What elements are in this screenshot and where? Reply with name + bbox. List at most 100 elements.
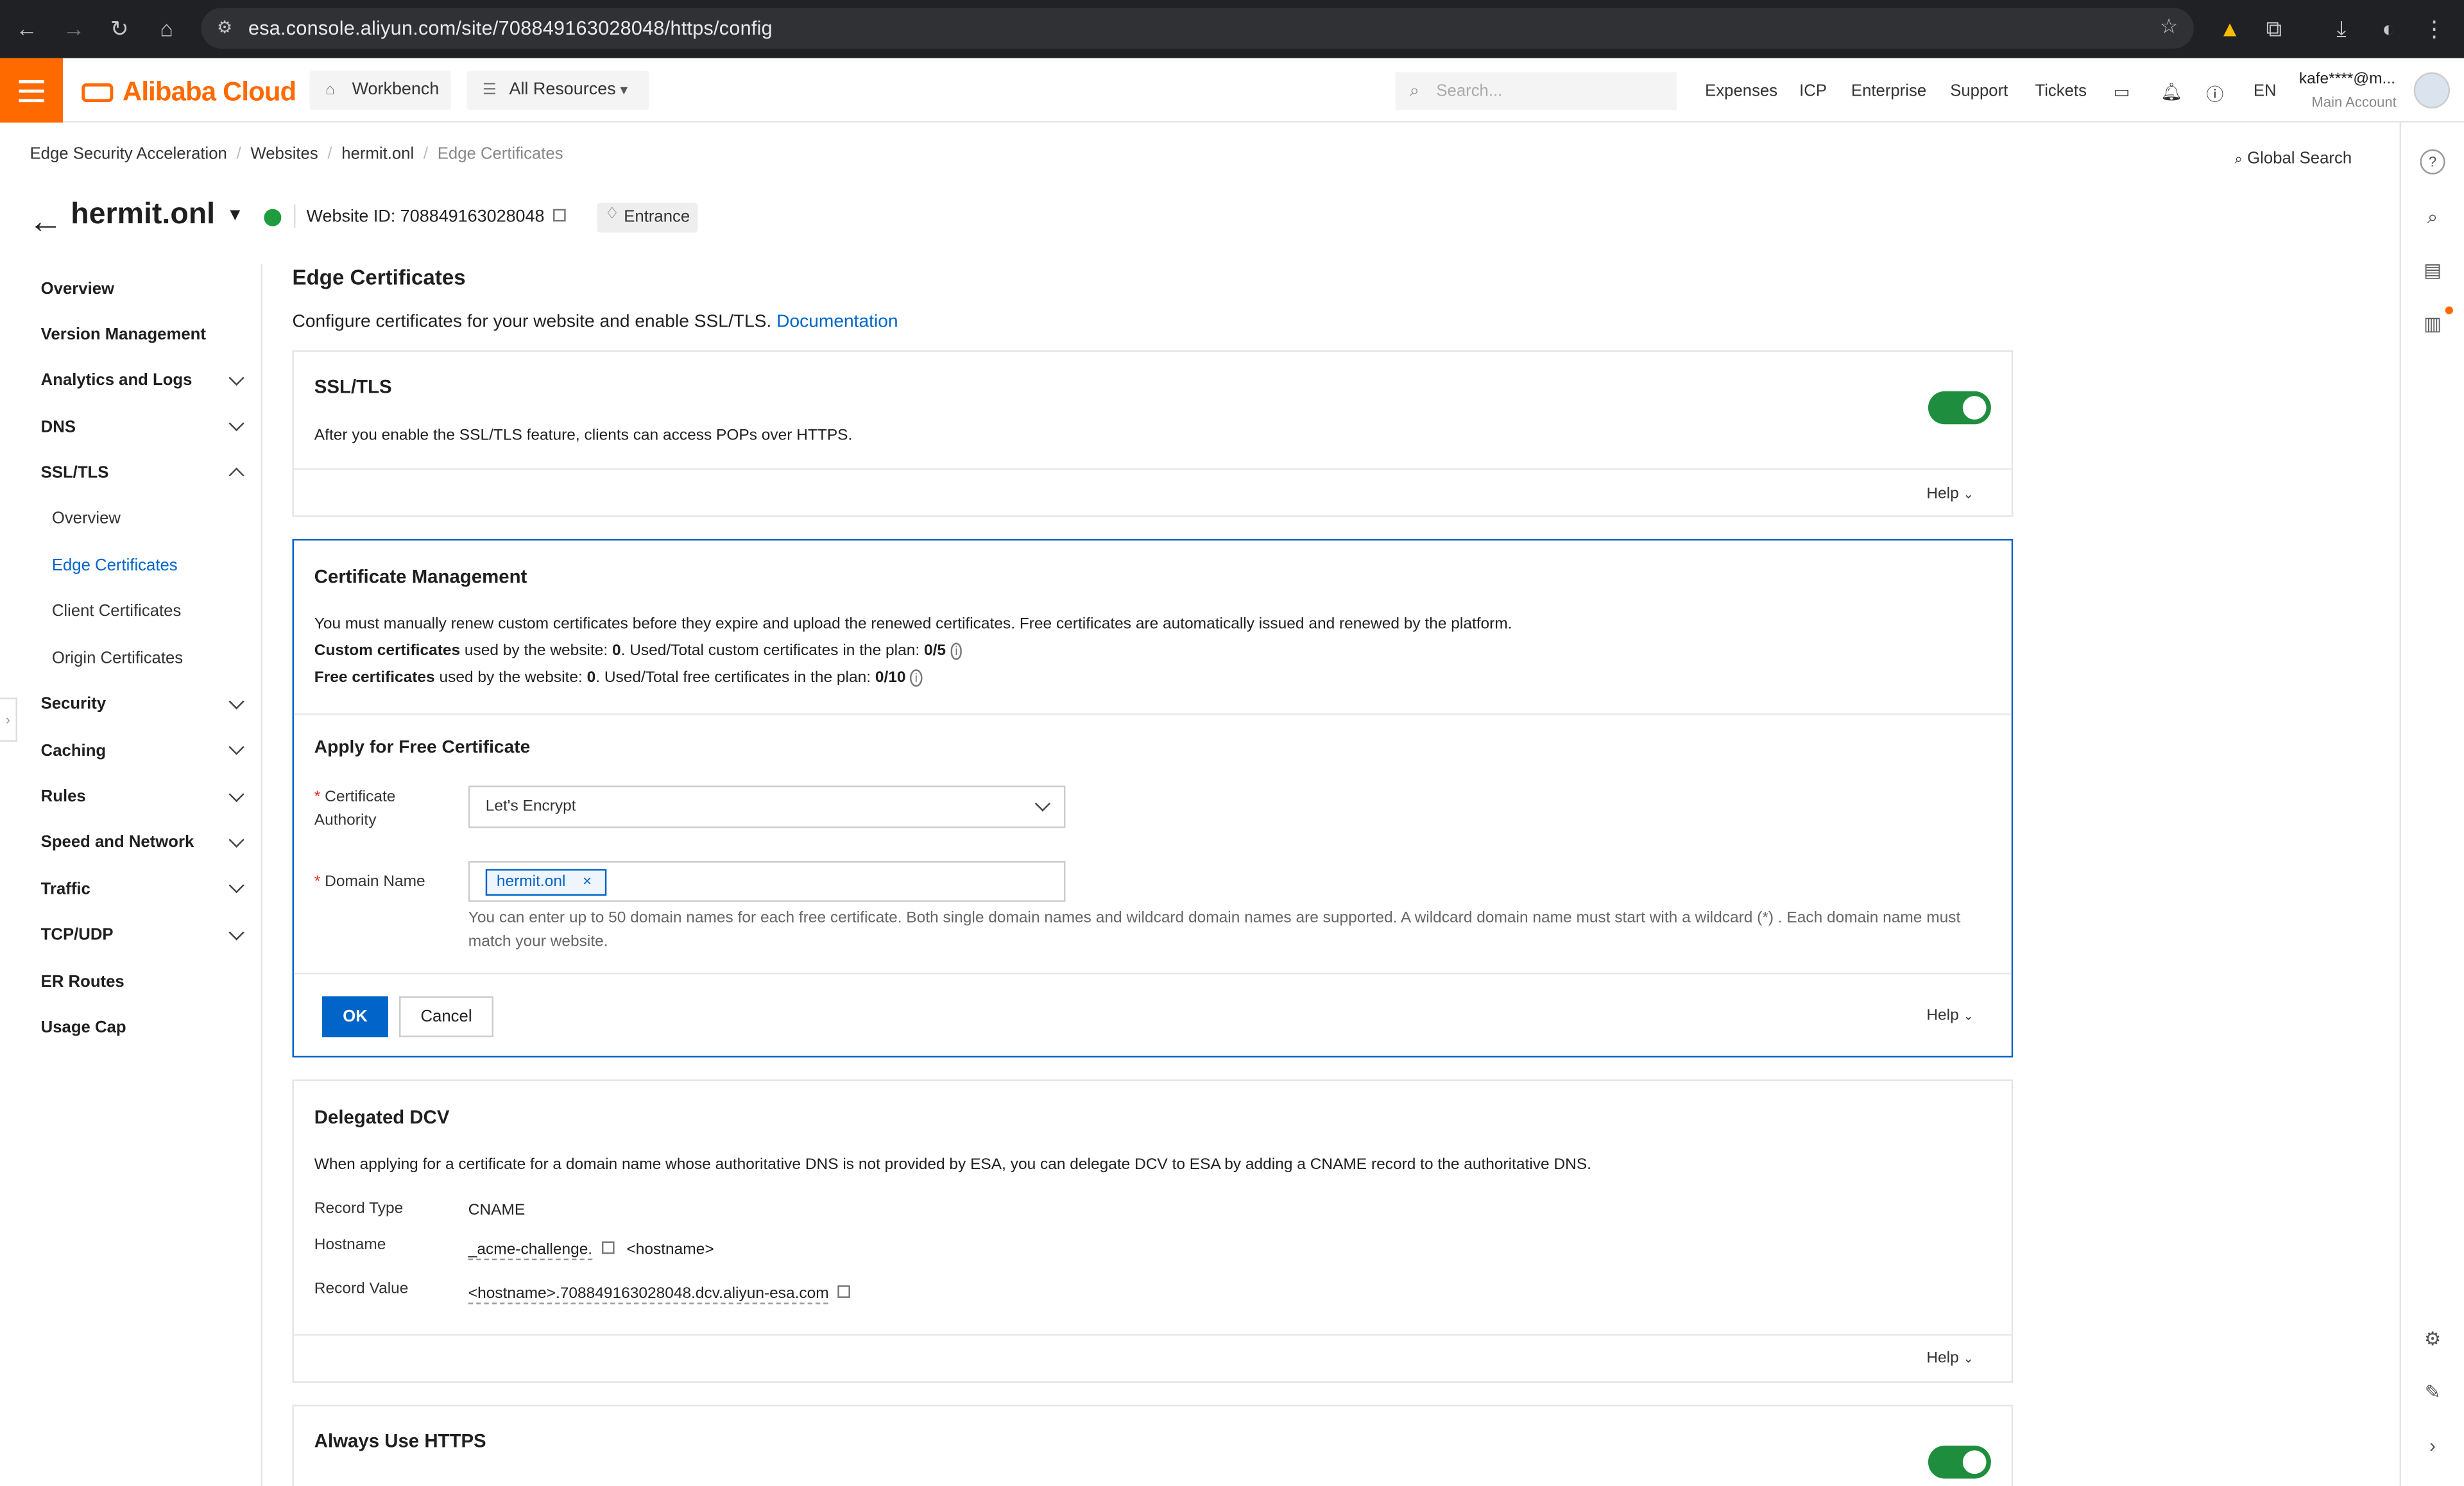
- forward-arrow-icon[interactable]: →: [60, 14, 88, 42]
- sidebar-item-version-management[interactable]: Version Management: [41, 325, 206, 344]
- custom-cert-count: 0: [612, 642, 621, 660]
- hamburger-menu-icon[interactable]: [0, 58, 63, 123]
- chevron-down-icon[interactable]: [228, 832, 244, 848]
- notification-bell-icon[interactable]: 🔔︎: [2160, 81, 2182, 102]
- icp-link[interactable]: ICP: [1799, 81, 1827, 100]
- sidebar-item-usage-cap[interactable]: Usage Cap: [41, 1018, 126, 1037]
- enterprise-link[interactable]: Enterprise: [1851, 81, 1926, 100]
- hostname-value: _acme-challenge. <hostname>: [468, 1241, 714, 1261]
- copy-icon[interactable]: [838, 1285, 851, 1298]
- search-icon[interactable]: ⌕: [2420, 204, 2445, 229]
- info-icon[interactable]: i: [950, 642, 963, 660]
- chevron-down-icon[interactable]: [228, 370, 244, 386]
- copy-icon[interactable]: [554, 209, 567, 222]
- sidebar-item-rules[interactable]: Rules: [41, 787, 86, 806]
- site-selector[interactable]: hermit.onl ▼: [71, 198, 243, 233]
- sidebar-item-er-routes[interactable]: ER Routes: [41, 973, 124, 991]
- remove-tag-icon[interactable]: ×: [583, 874, 592, 891]
- cert-renew-notice: You must manually renew custom certifica…: [314, 616, 1512, 633]
- account-name[interactable]: kafe****@m...: [2299, 71, 2395, 88]
- custom-cert-mid: used by the website:: [460, 642, 613, 660]
- home-icon[interactable]: ⌂: [153, 14, 181, 42]
- chevron-down-icon[interactable]: [228, 786, 244, 803]
- chevron-up-icon[interactable]: [228, 467, 244, 483]
- support-link[interactable]: Support: [1950, 81, 2008, 100]
- global-search-label: Global Search: [2247, 149, 2352, 169]
- ssl-tls-toggle[interactable]: [1928, 391, 1991, 425]
- breadcrumb-site[interactable]: hermit.onl: [341, 144, 414, 163]
- bookmark-star-icon[interactable]: ☆: [2160, 14, 2178, 39]
- chevron-down-icon[interactable]: [228, 877, 244, 894]
- notes-icon[interactable]: ▤: [2420, 258, 2445, 283]
- help-circle-icon[interactable]: ?: [2420, 149, 2445, 175]
- sidebar-item-security[interactable]: Security: [41, 694, 106, 713]
- breadcrumb-websites[interactable]: Websites: [250, 144, 318, 163]
- breadcrumb-esa[interactable]: Edge Security Acceleration: [30, 144, 227, 163]
- profile-icon[interactable]: ◐: [2374, 14, 2402, 42]
- workbench-button[interactable]: ⌂ Workbench: [309, 71, 451, 110]
- sidebar-item-speed-network[interactable]: Speed and Network: [41, 833, 194, 851]
- ca-label-text: Certificate Authority: [314, 789, 396, 830]
- always-https-card: Always Use HTTPS: [292, 1405, 2014, 1486]
- copy-icon[interactable]: [601, 1241, 615, 1254]
- download-icon[interactable]: ⤓: [2327, 14, 2356, 42]
- entrance-button[interactable]: ♢ Entrance: [597, 202, 698, 233]
- help-toggle[interactable]: Help ⌄: [1926, 1007, 1974, 1025]
- menu-dots-icon[interactable]: ⋮: [2420, 14, 2448, 42]
- sidebar-item-caching[interactable]: Caching: [41, 742, 106, 760]
- cancel-button[interactable]: Cancel: [399, 996, 493, 1038]
- all-resources-dropdown[interactable]: ☰ All Resources ▼: [466, 71, 649, 110]
- search-icon: ⌕: [2234, 151, 2243, 167]
- documentation-link[interactable]: Documentation: [776, 312, 898, 331]
- edit-pen-icon[interactable]: ✎: [2420, 1379, 2445, 1405]
- sidebar-sub-client-certificates[interactable]: Client Certificates: [52, 602, 182, 620]
- settings-gear-icon[interactable]: ⚙: [2420, 1326, 2445, 1351]
- document-icon[interactable]: ▥: [2420, 311, 2445, 336]
- help-icon[interactable]: ⓘ: [2206, 81, 2223, 107]
- help-toggle[interactable]: Help ⌄: [1926, 486, 1974, 503]
- global-search-button[interactable]: ⌕ Global Search: [2234, 149, 2352, 168]
- expand-sidebar-handle[interactable]: ›: [0, 697, 17, 742]
- apply-free-cert-title: Apply for Free Certificate: [314, 739, 531, 758]
- breadcrumb: Edge Security Acceleration / Websites / herm…: [30, 144, 563, 164]
- cloud-shell-icon[interactable]: ▭: [2114, 81, 2130, 102]
- search-icon: ⌕: [1409, 81, 1419, 101]
- sidebar-item-dns[interactable]: DNS: [41, 418, 76, 436]
- expenses-link[interactable]: Expenses: [1705, 81, 1777, 100]
- sidebar-sub-edge-certificates[interactable]: Edge Certificates: [52, 556, 178, 575]
- chevron-down-icon[interactable]: [228, 739, 244, 755]
- sidebar-item-tcp-udp[interactable]: TCP/UDP: [41, 925, 114, 944]
- search-input[interactable]: ⌕ Search...: [1395, 72, 1677, 110]
- ok-button[interactable]: OK: [322, 996, 388, 1038]
- back-arrow-icon[interactable]: ←: [28, 201, 63, 242]
- help-toggle[interactable]: Help ⌄: [1926, 1350, 1974, 1367]
- chevron-right-icon[interactable]: ›: [2420, 1433, 2445, 1458]
- sidebar-item-traffic[interactable]: Traffic: [41, 880, 90, 898]
- hostname-value-text: _acme-challenge.: [468, 1241, 593, 1261]
- drive-icon[interactable]: ▲: [2216, 14, 2244, 42]
- always-https-toggle[interactable]: [1928, 1446, 1991, 1479]
- address-bar[interactable]: ⚙ esa.console.aliyun.com/site/7088491630…: [201, 8, 2194, 49]
- certificate-authority-select[interactable]: Let's Encrypt: [468, 785, 1066, 828]
- ca-label: * Certificate Authority: [314, 789, 396, 830]
- avatar[interactable]: [2413, 72, 2450, 108]
- chevron-down-icon[interactable]: [228, 925, 244, 941]
- site-info-icon[interactable]: ⚙: [217, 17, 232, 37]
- alibaba-cloud-logo[interactable]: Alibaba Cloud: [81, 77, 296, 108]
- extensions-icon[interactable]: ⧉: [2260, 14, 2288, 42]
- tickets-link[interactable]: Tickets: [2035, 81, 2087, 100]
- certificate-management-card: Certificate Management You must manually…: [292, 539, 2014, 1058]
- chevron-down-icon[interactable]: [228, 694, 244, 710]
- info-icon[interactable]: i: [910, 669, 923, 687]
- reload-icon[interactable]: ↻: [105, 14, 133, 42]
- ssl-tls-card: SSL/TLS After you enable the SSL/TLS fea…: [292, 350, 2014, 517]
- domain-name-input[interactable]: hermit.onl ×: [468, 861, 1066, 902]
- language-switch[interactable]: EN: [2254, 81, 2277, 100]
- back-arrow-icon[interactable]: ←: [13, 14, 41, 42]
- sidebar-sub-overview[interactable]: Overview: [52, 509, 121, 527]
- sidebar-item-ssl-tls[interactable]: SSL/TLS: [41, 463, 109, 482]
- sidebar-sub-origin-certificates[interactable]: Origin Certificates: [52, 649, 183, 667]
- chevron-down-icon[interactable]: [228, 415, 244, 432]
- sidebar-item-overview[interactable]: Overview: [41, 280, 114, 298]
- sidebar-item-analytics[interactable]: Analytics and Logs: [41, 371, 193, 389]
